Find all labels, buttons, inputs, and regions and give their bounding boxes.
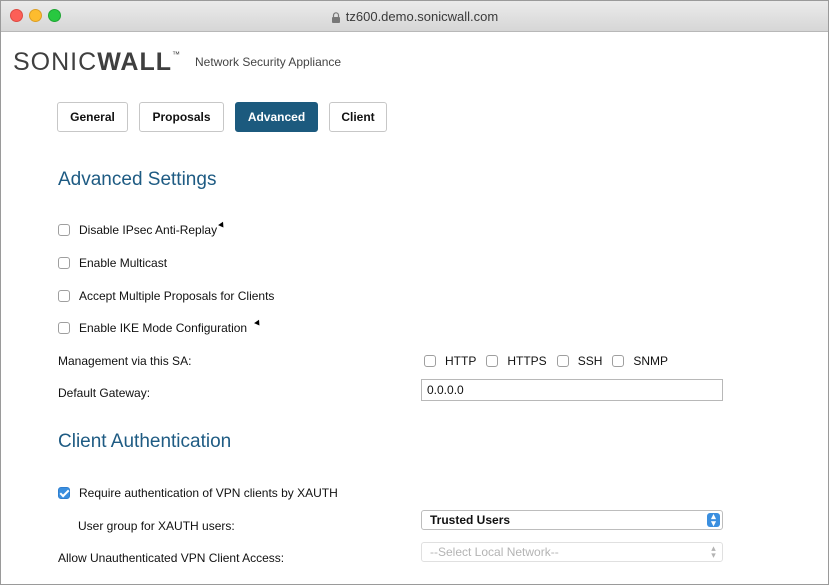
sonicwall-logo: SONICWALL™ (13, 47, 182, 76)
tab-proposals[interactable]: Proposals (139, 102, 224, 132)
client-authentication-heading: Client Authentication (58, 431, 232, 452)
url-text: tz600.demo.sonicwall.com (345, 8, 499, 24)
management-options: HTTP HTTPS SSH SNMP (424, 354, 678, 368)
brand-header: SONICWALL™ Network Security Appliance (13, 45, 341, 79)
snmp-checkbox[interactable] (612, 355, 625, 367)
advanced-settings-heading: Advanced Settings (58, 169, 217, 190)
tab-bar: General Proposals Advanced Client (57, 102, 398, 132)
ike-mode-config-checkbox[interactable] (58, 322, 70, 334)
ike-mode-config-label: Enable IKE Mode Configuration (79, 321, 248, 335)
require-xauth-row: Require authentication of VPN clients by… (58, 486, 338, 500)
user-group-label: User group for XAUTH users: (78, 519, 235, 533)
tab-client[interactable]: Client (329, 102, 387, 132)
require-xauth-label: Require authentication of VPN clients by… (79, 486, 338, 500)
disable-anti-replay-checkbox[interactable] (58, 224, 70, 236)
appliance-subtitle: Network Security Appliance (195, 55, 342, 69)
management-label: Management via this SA: (58, 354, 192, 368)
tooltip-marker-icon[interactable] (218, 221, 226, 229)
default-gateway-label: Default Gateway: (58, 386, 151, 400)
browser-window: tz600.demo.sonicwall.com SONICWALL™ Netw… (0, 0, 829, 585)
tab-advanced[interactable]: Advanced (235, 102, 318, 132)
ike-mode-config-row: Enable IKE Mode Configuration (58, 319, 263, 335)
select-arrows-icon: ▴ ▾ (711, 543, 716, 560)
disable-anti-replay-label: Disable IPsec Anti-Replay (79, 223, 218, 237)
require-xauth-checkbox[interactable] (58, 487, 70, 499)
accept-multiple-proposals-row: Accept Multiple Proposals for Clients (58, 289, 274, 303)
title-bar: tz600.demo.sonicwall.com (1, 1, 828, 32)
tooltip-marker-icon[interactable] (254, 319, 263, 327)
select-arrows-icon: ▴ ▾ (707, 512, 720, 528)
tab-general[interactable]: General (57, 102, 128, 132)
ssh-label: SSH (577, 354, 603, 368)
user-group-select[interactable]: Trusted Users ▴ ▾ (421, 510, 723, 530)
local-network-select[interactable]: --Select Local Network-- ▴ ▾ (421, 542, 723, 562)
local-network-value: --Select Local Network-- (430, 545, 559, 559)
https-label: HTTPS (507, 354, 547, 368)
http-label: HTTP (445, 354, 477, 368)
snmp-label: SNMP (633, 354, 669, 368)
lock-icon (331, 11, 340, 23)
user-group-value: Trusted Users (430, 513, 511, 527)
ssh-checkbox[interactable] (556, 355, 569, 367)
enable-multicast-row: Enable Multicast (58, 256, 167, 270)
https-checkbox[interactable] (486, 355, 499, 367)
enable-multicast-label: Enable Multicast (79, 256, 168, 270)
http-checkbox[interactable] (424, 355, 436, 367)
disable-anti-replay-row: Disable IPsec Anti-Replay (58, 221, 226, 237)
accept-multiple-proposals-label: Accept Multiple Proposals for Clients (79, 289, 275, 303)
default-gateway-input[interactable]: 0.0.0.0 (421, 379, 723, 401)
unauth-access-label: Allow Unauthenticated VPN Client Access: (58, 551, 285, 565)
accept-multiple-proposals-checkbox[interactable] (58, 290, 70, 302)
address-bar[interactable]: tz600.demo.sonicwall.com (1, 1, 828, 31)
enable-multicast-checkbox[interactable] (58, 257, 70, 269)
